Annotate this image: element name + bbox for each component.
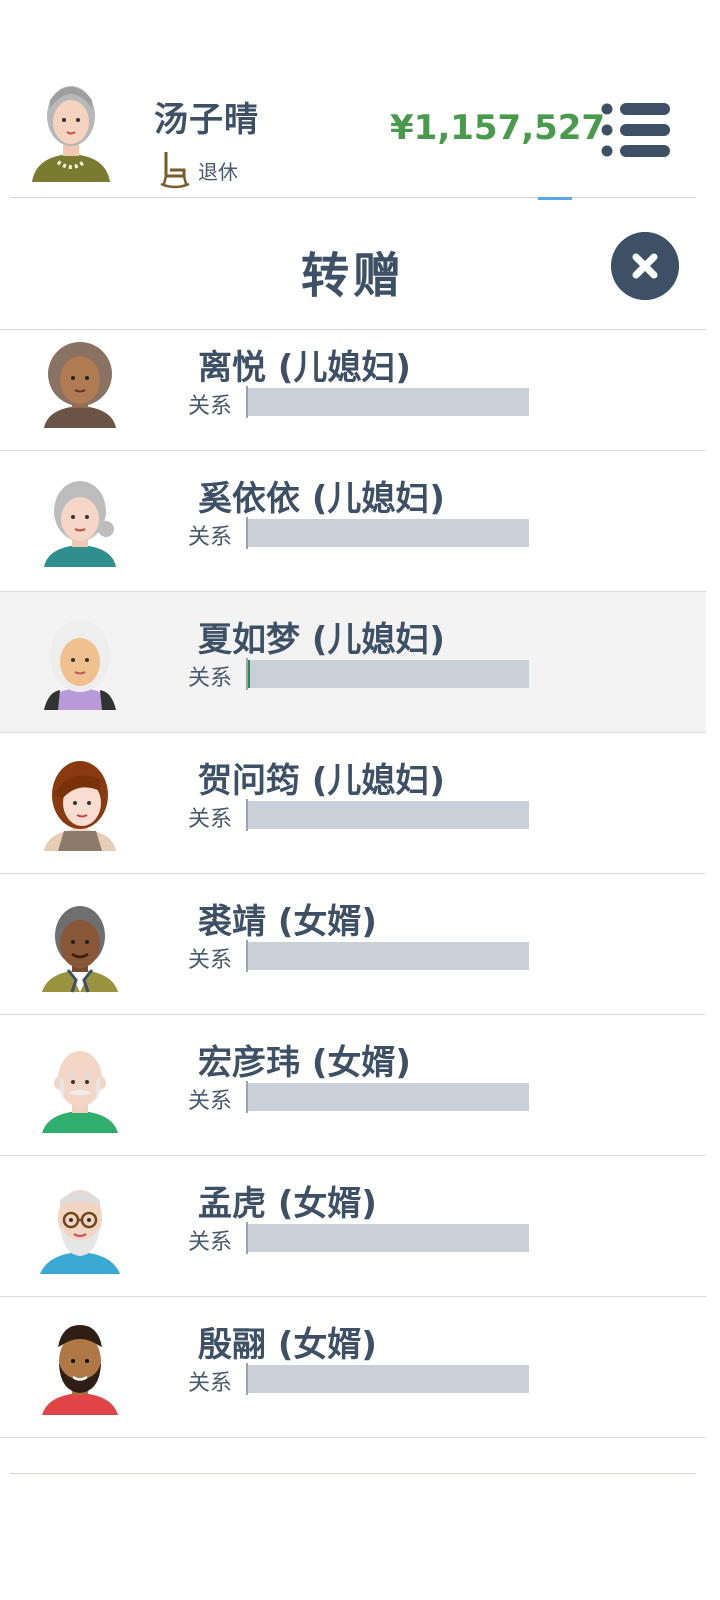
list-item[interactable]: 裘靖 (女婿) 关系 xyxy=(0,874,706,1015)
relation-bar xyxy=(246,517,529,549)
avatar-glasses-beard-man xyxy=(40,1190,120,1274)
relative-name: 宏彦玮 (女婿) xyxy=(198,1043,411,1083)
relative-name: 奚依依 (儿媳妇) xyxy=(198,479,445,519)
bottom-divider xyxy=(10,1473,696,1474)
relation-label: 关系 xyxy=(188,948,233,973)
list-item[interactable]: 孟虎 (女婿) 关系 xyxy=(0,1156,706,1297)
list-item[interactable]: 夏如梦 (儿媳妇) 关系 xyxy=(0,592,706,733)
top-bar: 汤子晴 退休 ¥1,157,527 xyxy=(0,0,720,200)
avatar-beard-man xyxy=(42,1325,118,1415)
rocking-chair-icon xyxy=(160,152,190,189)
relation-label: 关系 xyxy=(188,1230,233,1255)
relation-label: 关系 xyxy=(188,807,233,832)
relative-name: 贺问筠 (儿媳妇) xyxy=(198,761,445,801)
relation-bar xyxy=(246,1363,529,1395)
money-balance: ¥1,157,527 xyxy=(390,108,606,148)
list-item[interactable]: 宏彦玮 (女婿) 关系 xyxy=(0,1015,706,1156)
list-item[interactable]: 离悦 (儿媳妇) 关系 xyxy=(0,330,706,451)
relation-bar xyxy=(246,386,529,418)
list-item[interactable]: 贺问筠 (儿媳妇) 关系 xyxy=(0,733,706,874)
relation-label: 关系 xyxy=(188,666,233,691)
close-icon[interactable] xyxy=(611,232,679,300)
menu-list-icon[interactable] xyxy=(598,100,672,160)
avatar-elderly-woman-bun xyxy=(44,481,116,567)
modal-header: 转赠 xyxy=(0,200,706,330)
relatives-list: 离悦 (儿媳妇) 关系 奚依依 (儿媳妇) 关系 夏如梦 (儿媳妇) 关系 贺问… xyxy=(0,330,706,1438)
player-name: 汤子晴 xyxy=(154,100,259,140)
list-item[interactable]: 奚依依 (儿媳妇) 关系 xyxy=(0,451,706,592)
relation-label: 关系 xyxy=(188,394,233,419)
relation-label: 关系 xyxy=(188,525,233,550)
status-label: 退休 xyxy=(198,159,238,184)
avatar-brown-hair-woman xyxy=(44,761,116,851)
relation-bar xyxy=(246,658,529,690)
relation-bar xyxy=(246,1222,529,1254)
relation-label: 关系 xyxy=(188,1371,233,1396)
relative-name: 夏如梦 (儿媳妇) xyxy=(198,620,445,660)
relative-name: 殷翮 (女婿) xyxy=(198,1325,377,1365)
player-avatar[interactable] xyxy=(28,70,114,188)
header-divider xyxy=(10,197,696,198)
relative-name: 孟虎 (女婿) xyxy=(198,1184,377,1224)
relation-bar xyxy=(246,1081,529,1113)
relation-label: 关系 xyxy=(188,1089,233,1114)
avatar-bald-mustache-man xyxy=(42,1051,118,1133)
modal-title: 转赠 xyxy=(300,248,405,304)
relative-name: 离悦 (儿媳妇) xyxy=(198,348,411,388)
player-status: 退休 xyxy=(160,150,238,190)
avatar-curly-hair-woman xyxy=(44,342,116,428)
avatar-white-hair-woman xyxy=(44,620,116,710)
list-item[interactable]: 殷翮 (女婿) 关系 xyxy=(0,1297,706,1438)
relative-name: 裘靖 (女婿) xyxy=(198,902,377,942)
avatar-gray-hair-man xyxy=(42,906,118,993)
relation-bar xyxy=(246,940,529,972)
relation-bar xyxy=(246,799,529,831)
